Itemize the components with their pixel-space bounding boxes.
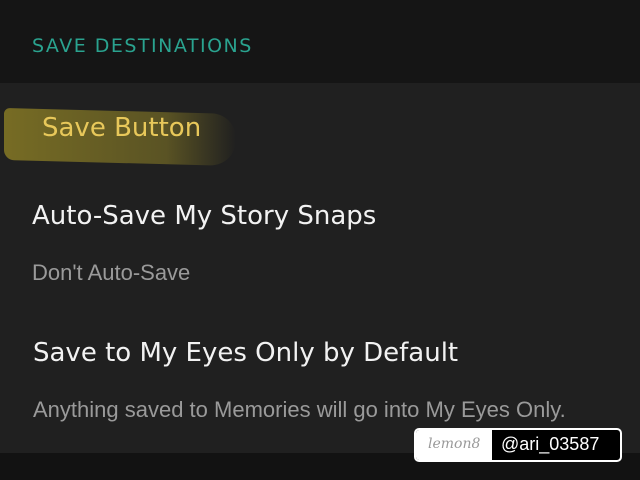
section-title: SAVE DESTINATIONS (32, 35, 253, 57)
watermark-handle: @ari_03587 (501, 434, 600, 454)
save-button-setting[interactable]: Save Button (42, 113, 201, 143)
section-header: SAVE DESTINATIONS (0, 0, 640, 83)
auto-save-story-value: Don't Auto-Save (32, 260, 191, 285)
auto-save-story-setting[interactable]: Auto-Save My Story Snaps (32, 201, 376, 231)
watermark: lemon8 @ari_03587 (414, 428, 622, 462)
eyes-only-default-setting[interactable]: Save to My Eyes Only by Default (33, 338, 458, 368)
watermark-logo-area: lemon8 (416, 430, 492, 460)
eyes-only-default-description: Anything saved to Memories will go into … (33, 397, 566, 422)
settings-screen: SAVE DESTINATIONS Save Button Auto-Save … (0, 0, 640, 480)
lemon8-logo: lemon8 (428, 436, 481, 452)
